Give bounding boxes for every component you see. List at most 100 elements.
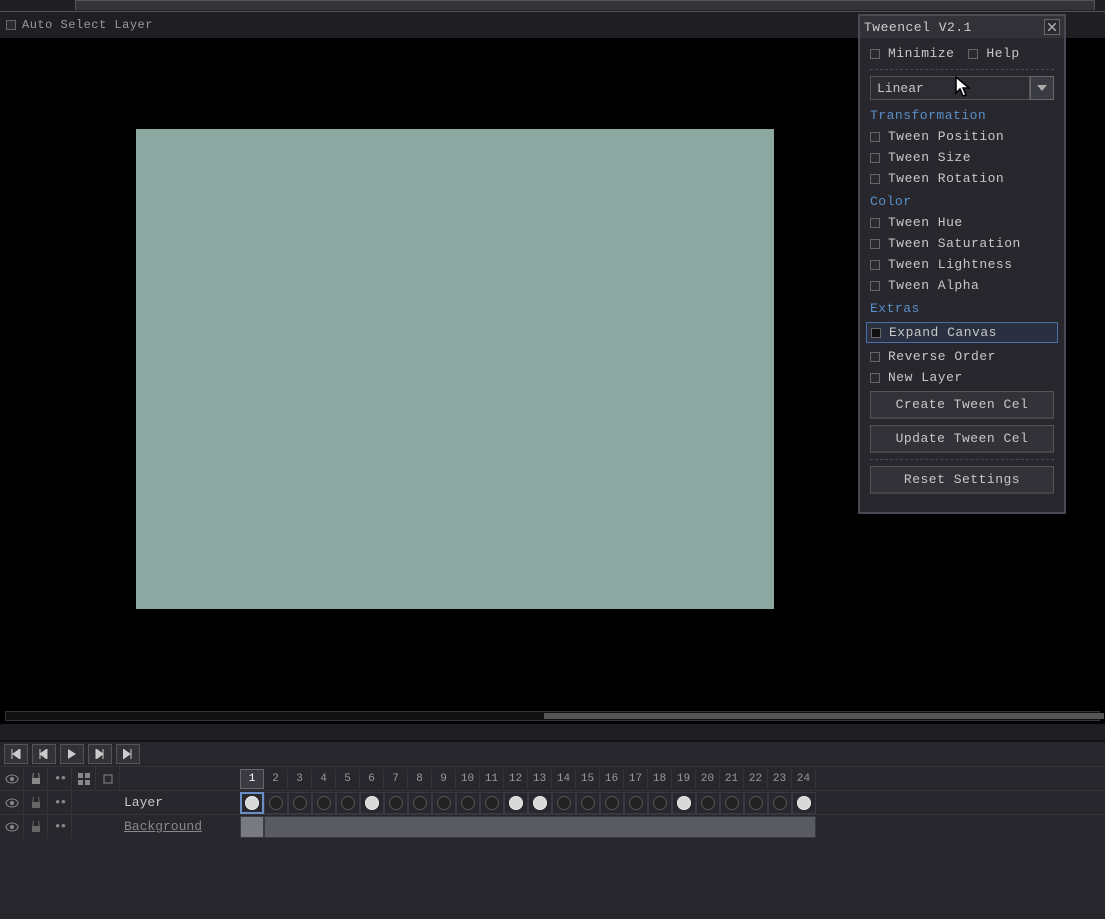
cel[interactable] xyxy=(768,792,792,814)
cel[interactable] xyxy=(696,792,720,814)
frame-number[interactable]: 20 xyxy=(696,769,720,789)
frame-number[interactable]: 24 xyxy=(792,769,816,789)
frame-number[interactable]: 11 xyxy=(480,769,504,789)
onion-skin-header[interactable] xyxy=(72,767,96,791)
next-frame-button[interactable] xyxy=(88,744,112,764)
new-layer-checkbox[interactable] xyxy=(870,373,880,383)
bg-cel-start[interactable] xyxy=(240,816,264,838)
frame-number[interactable]: 4 xyxy=(312,769,336,789)
tween-size-checkbox[interactable] xyxy=(870,153,880,163)
timeline-layer-row[interactable]: •• Layer xyxy=(0,790,1105,814)
cel[interactable] xyxy=(624,792,648,814)
easing-select-dropdown-button[interactable] xyxy=(1030,76,1054,100)
cel[interactable] xyxy=(288,792,312,814)
document-tab[interactable] xyxy=(75,0,1095,10)
update-tween-cel-button[interactable]: Update Tween Cel xyxy=(870,425,1054,453)
bg-visibility-toggle[interactable] xyxy=(0,815,24,839)
cel[interactable] xyxy=(552,792,576,814)
timeline-background-row[interactable]: •• Background xyxy=(0,814,1105,838)
tween-saturation-checkbox[interactable] xyxy=(870,239,880,249)
frame-number[interactable]: 17 xyxy=(624,769,648,789)
frame-number[interactable]: 7 xyxy=(384,769,408,789)
frame-number[interactable]: 5 xyxy=(336,769,360,789)
frame-number[interactable]: 18 xyxy=(648,769,672,789)
cel[interactable] xyxy=(576,792,600,814)
cel[interactable] xyxy=(264,792,288,814)
bg-lock-toggle[interactable] xyxy=(24,815,48,839)
first-frame-button[interactable] xyxy=(4,744,28,764)
frame-number[interactable]: 21 xyxy=(720,769,744,789)
tween-alpha-checkbox[interactable] xyxy=(870,281,880,291)
frame-number[interactable]: 13 xyxy=(528,769,552,789)
frame-number[interactable]: 10 xyxy=(456,769,480,789)
tween-hue-checkbox[interactable] xyxy=(870,218,880,228)
tween-rotation-label: Tween Rotation xyxy=(888,171,1004,186)
frame-number[interactable]: 2 xyxy=(264,769,288,789)
layer-options-header[interactable] xyxy=(96,767,120,791)
expand-canvas-row[interactable]: Expand Canvas xyxy=(866,322,1058,343)
last-frame-button[interactable] xyxy=(116,744,140,764)
frame-number[interactable]: 23 xyxy=(768,769,792,789)
empty-cel-icon xyxy=(557,796,571,810)
cel[interactable] xyxy=(744,792,768,814)
cel[interactable] xyxy=(720,792,744,814)
cel[interactable] xyxy=(456,792,480,814)
cel[interactable] xyxy=(648,792,672,814)
horizontal-scrollbar-thumb[interactable] xyxy=(544,713,1104,719)
cel[interactable] xyxy=(792,792,816,814)
cel[interactable] xyxy=(408,792,432,814)
easing-select[interactable]: Linear xyxy=(870,76,1054,100)
bg-continuous-cel[interactable] xyxy=(264,816,816,838)
frame-number[interactable]: 9 xyxy=(432,769,456,789)
reverse-order-checkbox[interactable] xyxy=(870,352,880,362)
frame-number[interactable]: 12 xyxy=(504,769,528,789)
bg-linked-toggle[interactable]: •• xyxy=(48,815,72,839)
lock-column-header[interactable] xyxy=(24,767,48,791)
play-button[interactable] xyxy=(60,744,84,764)
visibility-column-header[interactable] xyxy=(0,767,24,791)
layer-lock-toggle[interactable] xyxy=(24,791,48,815)
frame-number[interactable]: 22 xyxy=(744,769,768,789)
dialog-close-button[interactable] xyxy=(1044,19,1060,35)
create-tween-cel-button[interactable]: Create Tween Cel xyxy=(870,391,1054,419)
cel[interactable] xyxy=(240,792,264,814)
cel[interactable] xyxy=(504,792,528,814)
frame-number[interactable]: 8 xyxy=(408,769,432,789)
cel[interactable] xyxy=(480,792,504,814)
frame-number[interactable]: 14 xyxy=(552,769,576,789)
tween-position-checkbox[interactable] xyxy=(870,132,880,142)
eye-icon xyxy=(5,798,19,808)
tween-rotation-checkbox[interactable] xyxy=(870,174,880,184)
layer-visibility-toggle[interactable] xyxy=(0,791,24,815)
cel[interactable] xyxy=(528,792,552,814)
dialog-titlebar[interactable]: Tweencel V2.1 xyxy=(860,16,1064,38)
help-checkbox[interactable] xyxy=(968,49,978,59)
cel[interactable] xyxy=(672,792,696,814)
tween-lightness-checkbox[interactable] xyxy=(870,260,880,270)
expand-canvas-checkbox[interactable] xyxy=(871,328,881,338)
frame-number[interactable]: 19 xyxy=(672,769,696,789)
layer-name[interactable]: Layer xyxy=(120,795,240,810)
linked-cels-column-header[interactable]: •• xyxy=(48,767,72,791)
cel[interactable] xyxy=(384,792,408,814)
background-cels-row[interactable] xyxy=(240,816,816,838)
cel[interactable] xyxy=(360,792,384,814)
auto-select-layer-checkbox[interactable] xyxy=(6,20,16,30)
frame-number[interactable]: 3 xyxy=(288,769,312,789)
prev-frame-button[interactable] xyxy=(32,744,56,764)
frame-number[interactable]: 16 xyxy=(600,769,624,789)
background-layer-name[interactable]: Background xyxy=(120,819,240,834)
keyframe-icon xyxy=(245,796,259,810)
cel[interactable] xyxy=(312,792,336,814)
reset-settings-button[interactable]: Reset Settings xyxy=(870,466,1054,494)
frame-number[interactable]: 15 xyxy=(576,769,600,789)
frame-number[interactable]: 1 xyxy=(240,769,264,789)
horizontal-scrollbar[interactable] xyxy=(5,711,1100,721)
cel[interactable] xyxy=(600,792,624,814)
canvas-content[interactable] xyxy=(136,129,774,609)
layer-linked-toggle[interactable]: •• xyxy=(48,791,72,815)
minimize-checkbox[interactable] xyxy=(870,49,880,59)
cel[interactable] xyxy=(336,792,360,814)
cel[interactable] xyxy=(432,792,456,814)
frame-number[interactable]: 6 xyxy=(360,769,384,789)
